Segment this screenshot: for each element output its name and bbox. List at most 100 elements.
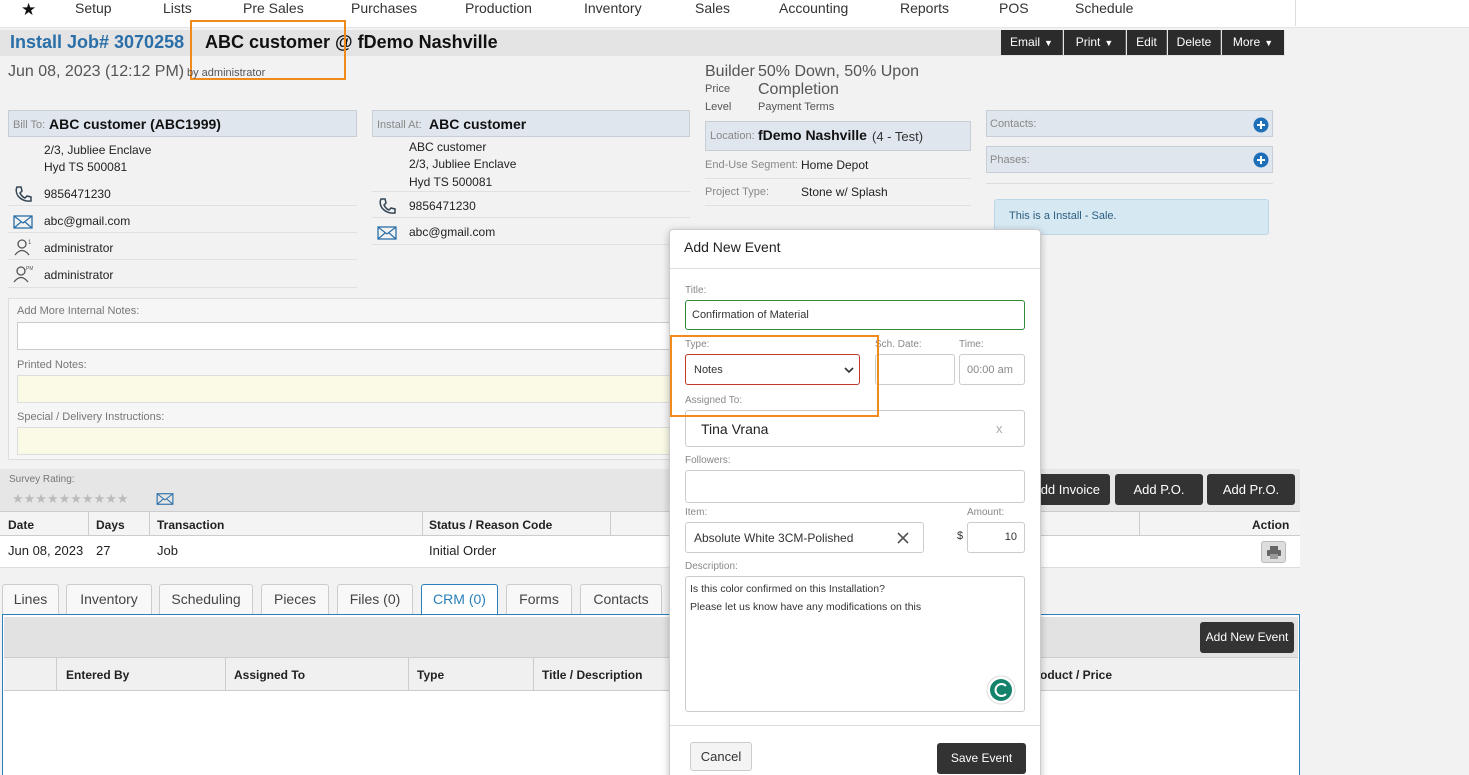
salesperson-row: 1 administrator: [8, 233, 357, 260]
location-name[interactable]: fDemo Nashville: [758, 127, 867, 143]
nav-schedule[interactable]: Schedule: [1075, 0, 1133, 16]
add-pro-button[interactable]: Add Pr.O.: [1207, 474, 1295, 505]
crm-header: Entered By Assigned To Type Title / Desc…: [4, 657, 1298, 691]
bill-to-phone[interactable]: 9856471230: [44, 187, 111, 201]
location-label: Location:: [710, 130, 755, 142]
survey-label: Survey Rating:: [9, 474, 75, 485]
bill-to-customer[interactable]: ABC customer (ABC1999): [49, 116, 221, 132]
nav-purchases[interactable]: Purchases: [351, 0, 417, 16]
col-transaction[interactable]: Transaction: [157, 518, 224, 532]
survey-email-icon[interactable]: [156, 492, 174, 506]
install-info-text: This is a Install - Sale.: [1009, 210, 1117, 222]
item-select[interactable]: Absolute White 3CM-Polished: [685, 522, 924, 553]
edit-button[interactable]: Edit: [1127, 30, 1167, 55]
install-at-phone-row: 9856471230: [372, 191, 690, 218]
project-manager-row: PM administrator: [8, 260, 357, 288]
delete-button[interactable]: Delete: [1168, 30, 1221, 55]
col-divider: [225, 658, 226, 691]
tab-scheduling[interactable]: Scheduling: [159, 584, 253, 614]
assigned-to-value: Tina Vrana: [701, 421, 769, 437]
install-at-customer[interactable]: ABC customer: [429, 116, 526, 132]
grammar-assistant-icon[interactable]: [986, 675, 1016, 705]
nav-setup[interactable]: Setup: [75, 0, 112, 16]
cancel-button[interactable]: Cancel: [690, 742, 752, 771]
description-line-2: Please let us know have any modification…: [690, 601, 922, 613]
project-type-row: Project Type: Stone w/ Splash: [705, 179, 971, 206]
followers-input[interactable]: [685, 470, 1025, 503]
tab-contacts[interactable]: Contacts: [580, 584, 662, 614]
more-button[interactable]: More ▼: [1222, 30, 1284, 55]
col-status[interactable]: Status / Reason Code: [429, 518, 552, 532]
item-label: Item:: [685, 507, 708, 518]
time-input[interactable]: 00:00 am: [959, 354, 1025, 385]
description-line-1: Is this color confirmed on this Installa…: [690, 583, 885, 595]
nav-accounting[interactable]: Accounting: [779, 0, 848, 16]
add-new-event-button[interactable]: Add New Event: [1200, 622, 1294, 653]
nav-sales[interactable]: Sales: [695, 0, 730, 16]
crm-col-title[interactable]: Title / Description: [542, 668, 642, 682]
special-instructions-input[interactable]: [17, 427, 691, 455]
col-date[interactable]: Date: [8, 518, 34, 532]
install-at-email[interactable]: abc@gmail.com: [409, 225, 495, 239]
payment-terms-line2: Completion: [758, 81, 839, 98]
transactions-header: Date Days Transaction Status / Reason Co…: [0, 511, 1300, 536]
side-divider: [986, 183, 1273, 184]
crm-col-entered-by[interactable]: Entered By: [66, 668, 129, 682]
time-label: Time:: [959, 339, 984, 350]
nav-inventory[interactable]: Inventory: [584, 0, 642, 16]
clear-item-icon[interactable]: [896, 531, 910, 545]
email-icon: [377, 226, 397, 240]
bill-to-header: Bill To: ABC customer (ABC1999): [8, 110, 357, 137]
save-event-button[interactable]: Save Event: [937, 743, 1026, 774]
bill-to-label: Bill To:: [13, 119, 46, 131]
tab-crm[interactable]: CRM (0): [421, 584, 498, 615]
col-days[interactable]: Days: [96, 518, 125, 532]
project-type-value: Stone w/ Splash: [801, 185, 888, 199]
tab-files[interactable]: Files (0): [337, 584, 413, 614]
col-divider: [533, 658, 534, 691]
bill-to-email[interactable]: abc@gmail.com: [44, 214, 130, 228]
print-row-button[interactable]: [1261, 541, 1286, 563]
nav-pre-sales[interactable]: Pre Sales: [243, 0, 304, 16]
col-divider: [408, 658, 409, 691]
crm-col-assigned-to[interactable]: Assigned To: [234, 668, 305, 682]
modal-footer-divider: [670, 725, 1040, 726]
nav-pos[interactable]: POS: [999, 0, 1029, 16]
clear-assigned-icon[interactable]: x: [996, 421, 1003, 436]
table-row[interactable]: Jun 08, 2023 27 Job Initial Order: [0, 536, 1300, 568]
crm-col-product-price[interactable]: oduct / Price: [1040, 668, 1112, 682]
install-at-email-row: abc@gmail.com: [372, 218, 690, 245]
tab-pieces[interactable]: Pieces: [261, 584, 329, 614]
sch-date-input[interactable]: [875, 354, 955, 385]
printer-icon: [1267, 546, 1281, 559]
price-level-label-2: Level: [705, 101, 732, 113]
print-button[interactable]: Print ▼: [1064, 30, 1126, 55]
add-contact-icon[interactable]: [1253, 117, 1269, 133]
install-at-address-1: 2/3, Jubliee Enclave: [409, 157, 517, 171]
add-phase-icon[interactable]: [1253, 152, 1269, 168]
email-button[interactable]: Email ▼: [1001, 30, 1063, 55]
location-header: Location: fDemo Nashville (4 - Test): [705, 121, 971, 151]
nav-production[interactable]: Production: [465, 0, 532, 16]
description-textarea[interactable]: Is this color confirmed on this Installa…: [685, 576, 1025, 712]
tab-forms[interactable]: Forms: [506, 584, 572, 614]
printed-notes-input[interactable]: [17, 375, 691, 403]
row-transaction[interactable]: Job: [157, 543, 178, 558]
amount-input[interactable]: 10: [967, 522, 1025, 553]
col-divider: [610, 512, 611, 536]
survey-rating-stars[interactable]: ★★★★★★★★★★: [12, 491, 129, 507]
crm-col-type[interactable]: Type: [417, 668, 444, 682]
tab-lines[interactable]: Lines: [2, 584, 59, 614]
tab-inventory[interactable]: Inventory: [66, 584, 152, 614]
job-number-link[interactable]: Install Job# 3070258: [10, 32, 184, 53]
install-at-phone[interactable]: 9856471230: [409, 199, 476, 213]
internal-notes-input[interactable]: [17, 322, 691, 350]
title-input[interactable]: Confirmation of Material: [685, 300, 1025, 330]
nav-reports[interactable]: Reports: [900, 0, 949, 16]
favorites-star-icon[interactable]: ★: [21, 0, 36, 20]
nav-lists[interactable]: Lists: [163, 0, 192, 16]
payment-terms-label: Payment Terms: [758, 101, 835, 113]
add-po-button[interactable]: Add P.O.: [1115, 474, 1203, 505]
install-at-label: Install At:: [377, 119, 422, 131]
svg-text:1: 1: [28, 240, 32, 246]
